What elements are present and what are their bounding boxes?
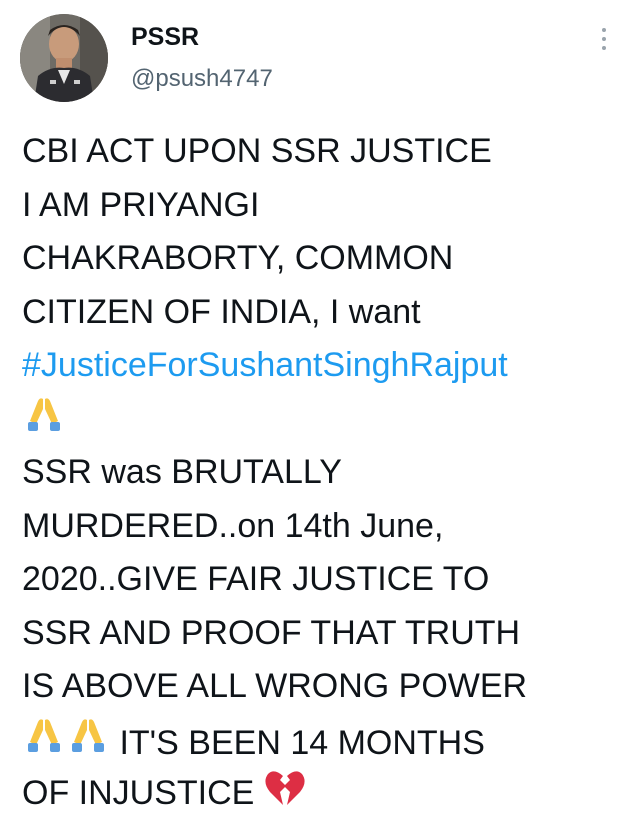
- more-vertical-icon[interactable]: [596, 28, 612, 56]
- tweet-text-line: I AM PRIYANGI: [22, 185, 260, 224]
- broken-heart-icon: [264, 768, 306, 808]
- tweet-text-line: CITIZEN OF INDIA, I want: [22, 292, 421, 331]
- tweet-text-line: IS ABOVE ALL WRONG POWER: [22, 667, 528, 705]
- tweet-text-line: 2020..GIVE FAIR JUSTICE TO: [22, 560, 490, 598]
- tweet-text-segment: IT'S BEEN 14 MONTHS: [119, 723, 485, 762]
- tweet-text-line: CHAKRABORTY, COMMON: [22, 239, 454, 277]
- display-name[interactable]: PSSR: [131, 22, 199, 52]
- tweet-text-line: IT'S BEEN 14 MONTHS: [22, 714, 632, 768]
- folded-hands-icon: [22, 714, 66, 758]
- tweet-header: PSSR @psush4747: [0, 0, 640, 110]
- tweet-text-line: MURDERED..on 14th June,: [22, 506, 444, 545]
- tweet-text-segment: OF INJUSTICE: [22, 774, 255, 812]
- hashtag-link[interactable]: #JusticeForSushantSinghRajput: [22, 339, 632, 393]
- avatar[interactable]: [20, 14, 108, 102]
- tweet-text-line: SSR AND PROOF THAT TRUTH: [22, 613, 521, 652]
- tweet-text-line: CBI ACT UPON SSR JUSTICE: [22, 132, 492, 170]
- user-handle[interactable]: @psush4747: [131, 64, 273, 94]
- tweet-text-line: OF INJUSTICE: [22, 767, 632, 821]
- tweet-text-line: SSR was BRUTALLY: [22, 453, 342, 491]
- tweet-emoji-line: [22, 393, 632, 447]
- tweet-text: CBI ACT UPON SSR JUSTICE I AM PRIYANGI C…: [22, 125, 632, 821]
- folded-hands-icon: [22, 393, 66, 437]
- folded-hands-icon: [66, 714, 110, 758]
- profile-photo-icon: [20, 14, 108, 102]
- tweet: PSSR @psush4747 CBI ACT UPON SSR JUSTICE…: [0, 0, 640, 815]
